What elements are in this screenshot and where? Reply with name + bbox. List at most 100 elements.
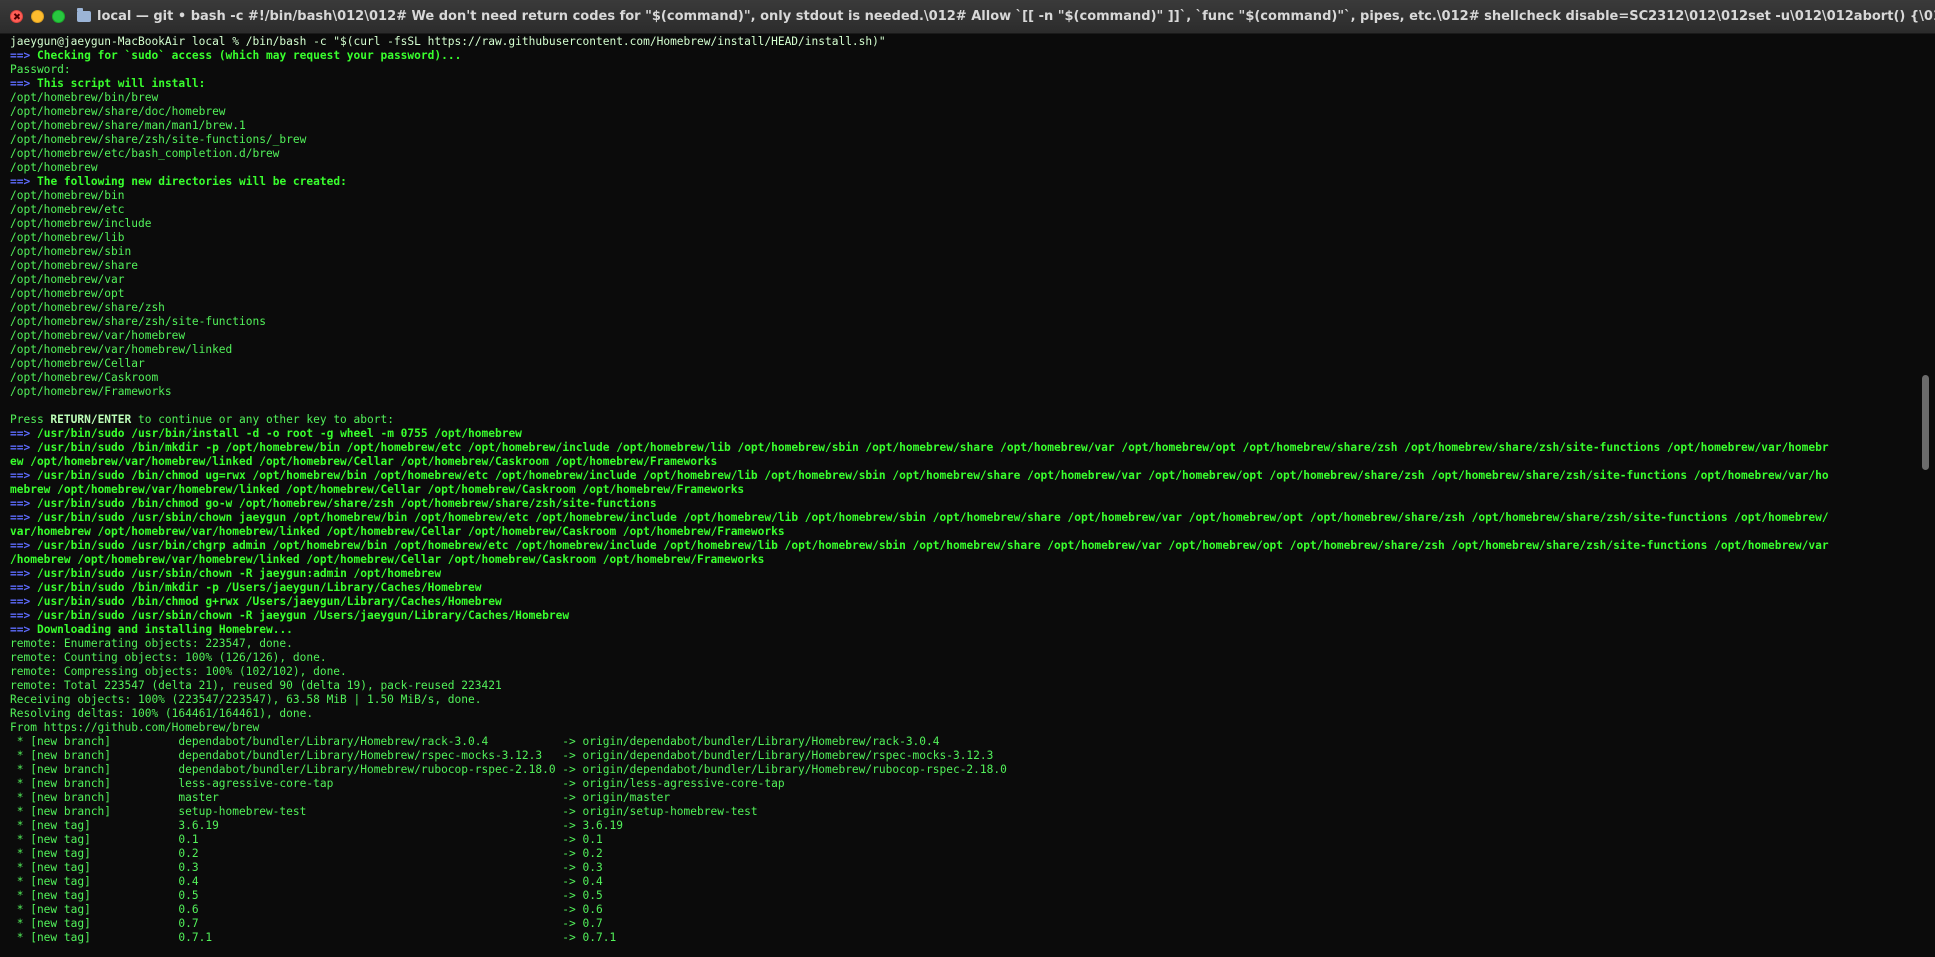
- terminal-line: From https://github.com/Homebrew/brew: [10, 721, 1912, 735]
- terminal-line: /opt/homebrew/var/homebrew: [10, 329, 1912, 343]
- arrow-marker: ==>: [10, 469, 31, 482]
- terminal-line: /opt/homebrew/share/doc/homebrew: [10, 105, 1912, 119]
- zoom-window-button[interactable]: [52, 10, 65, 23]
- wrapped-line-text: ew /opt/homebrew/var/homebrew/linked /op…: [10, 455, 718, 468]
- output-line-text: * [new tag] 3.6.19 -> 3.6.19: [10, 819, 623, 832]
- terminal-line: /opt/homebrew/share/zsh/site-functions: [10, 315, 1912, 329]
- terminal-line: ==> The following new directories will b…: [10, 175, 1912, 189]
- output-line-text: * [new branch] dependabot/bundler/Librar…: [10, 763, 1007, 776]
- terminal-line: * [new branch] dependabot/bundler/Librar…: [10, 749, 1912, 763]
- output-line-text: remote: Compressing objects: 100% (102/1…: [10, 665, 347, 678]
- arrow-line-text: /usr/bin/sudo /usr/sbin/chown -R jaeygun…: [36, 609, 570, 622]
- arrow-marker: ==>: [10, 441, 31, 454]
- terminal-line: * [new tag] 0.6 -> 0.6: [10, 903, 1912, 917]
- press-prompt-suffix: to continue or any other key to abort:: [131, 413, 394, 426]
- terminal-line: * [new branch] master -> origin/master: [10, 791, 1912, 805]
- arrow-line-text: The following new directories will be cr…: [36, 175, 347, 188]
- output-line-text: * [new tag] 0.7.1 -> 0.7.1: [10, 931, 617, 944]
- output-line-text: remote: Total 223547 (delta 21), reused …: [10, 679, 502, 692]
- arrow-line-text: /usr/bin/sudo /usr/sbin/chown jaeygun /o…: [36, 511, 1829, 524]
- output-line-text: Resolving deltas: 100% (164461/164461), …: [10, 707, 314, 720]
- arrow-marker: ==>: [10, 595, 31, 608]
- terminal-window: local — git • bash -c #!/bin/bash\012\01…: [0, 0, 1935, 957]
- vertical-scrollbar[interactable]: [1913, 35, 1935, 957]
- terminal-line: * [new tag] 0.1 -> 0.1: [10, 833, 1912, 847]
- terminal-line: ==> /usr/bin/sudo /bin/chmod go-w /opt/h…: [10, 497, 1912, 511]
- terminal-output[interactable]: jaeygun@jaeygun-MacBookAir local % /bin/…: [0, 35, 1912, 957]
- terminal-line: ==> Downloading and installing Homebrew.…: [10, 623, 1912, 637]
- terminal-line: * [new branch] dependabot/bundler/Librar…: [10, 735, 1912, 749]
- terminal-line: /opt/homebrew/var: [10, 273, 1912, 287]
- terminal-line: /opt/homebrew/sbin: [10, 245, 1912, 259]
- output-line-text: /opt/homebrew/Cellar: [10, 357, 145, 370]
- arrow-line-text: /usr/bin/sudo /bin/chmod g+rwx /Users/ja…: [36, 595, 502, 608]
- output-line-text: /opt/homebrew/Frameworks: [10, 385, 172, 398]
- terminal-line: /opt/homebrew/bin/brew: [10, 91, 1912, 105]
- output-line-text: * [new tag] 0.1 -> 0.1: [10, 833, 603, 846]
- press-prompt-key: RETURN/ENTER: [50, 413, 132, 426]
- title-bar[interactable]: local — git • bash -c #!/bin/bash\012\01…: [0, 0, 1935, 34]
- scrollbar-thumb[interactable]: [1922, 375, 1929, 470]
- output-line-text: /opt/homebrew/share/doc/homebrew: [10, 105, 226, 118]
- terminal-line: /opt/homebrew/Caskroom: [10, 371, 1912, 385]
- minimize-window-button[interactable]: [31, 10, 44, 23]
- output-line-text: * [new branch] master -> origin/master: [10, 791, 671, 804]
- arrow-line-text: /usr/bin/sudo /usr/bin/install -d -o roo…: [36, 427, 522, 440]
- output-line-text: /opt/homebrew/share/zsh/site-functions/_…: [10, 133, 307, 146]
- arrow-marker: ==>: [10, 427, 31, 440]
- output-line-text: /opt/homebrew/share/zsh/site-functions: [10, 315, 266, 328]
- terminal-line: Resolving deltas: 100% (164461/164461), …: [10, 707, 1912, 721]
- press-prompt-prefix: Press: [10, 413, 51, 426]
- terminal-line: * [new tag] 0.2 -> 0.2: [10, 847, 1912, 861]
- arrow-marker: ==>: [10, 77, 31, 90]
- arrow-line-text: /usr/bin/sudo /bin/chmod ug=rwx /opt/hom…: [36, 469, 1829, 482]
- window-title: local — git • bash -c #!/bin/bash\012\01…: [97, 9, 1935, 24]
- terminal-line: * [new tag] 0.3 -> 0.3: [10, 861, 1912, 875]
- terminal-line: * [new branch] less-agressive-core-tap -…: [10, 777, 1912, 791]
- output-line-text: /opt/homebrew/etc: [10, 203, 125, 216]
- terminal-line: ==> /usr/bin/sudo /bin/mkdir -p /Users/j…: [10, 581, 1912, 595]
- terminal-line: ==> This script will install:: [10, 77, 1912, 91]
- folder-icon: [77, 8, 91, 22]
- terminal-line: /opt/homebrew/Cellar: [10, 357, 1912, 371]
- output-line-text: /opt/homebrew/var/homebrew: [10, 329, 186, 342]
- terminal-line: /opt/homebrew/bin: [10, 189, 1912, 203]
- terminal-line: mebrew /opt/homebrew/var/homebrew/linked…: [10, 483, 1912, 497]
- terminal-line: * [new tag] 0.7.1 -> 0.7.1: [10, 931, 1912, 945]
- terminal-line: * [new branch] setup-homebrew-test -> or…: [10, 805, 1912, 819]
- output-line-text: /opt/homebrew/share: [10, 259, 138, 272]
- terminal-line: /homebrew /opt/homebrew/var/homebrew/lin…: [10, 553, 1912, 567]
- terminal-line: /opt/homebrew/etc: [10, 203, 1912, 217]
- prompt-command-text: jaeygun@jaeygun-MacBookAir local % /bin/…: [10, 35, 886, 48]
- output-line-text: * [new tag] 0.3 -> 0.3: [10, 861, 603, 874]
- terminal-line: * [new branch] dependabot/bundler/Librar…: [10, 763, 1912, 777]
- terminal-line: ==> /usr/bin/sudo /bin/chmod g+rwx /User…: [10, 595, 1912, 609]
- terminal-line: /opt/homebrew/lib: [10, 231, 1912, 245]
- close-window-button[interactable]: [10, 10, 23, 23]
- terminal-line: ==> /usr/bin/sudo /usr/bin/install -d -o…: [10, 427, 1912, 441]
- terminal-line: /opt/homebrew/etc/bash_completion.d/brew: [10, 147, 1912, 161]
- output-line-text: /opt/homebrew/include: [10, 217, 152, 230]
- terminal-line: Password:: [10, 63, 1912, 77]
- terminal-line: ==> /usr/bin/sudo /usr/sbin/chown -R jae…: [10, 567, 1912, 581]
- arrow-line-text: /usr/bin/sudo /bin/mkdir -p /opt/homebre…: [36, 441, 1829, 454]
- terminal-line: /opt/homebrew/include: [10, 217, 1912, 231]
- arrow-line-text: /usr/bin/sudo /bin/chmod go-w /opt/homeb…: [36, 497, 657, 510]
- terminal-line: remote: Compressing objects: 100% (102/1…: [10, 665, 1912, 679]
- arrow-marker: ==>: [10, 567, 31, 580]
- terminal-line: var/homebrew /opt/homebrew/var/homebrew/…: [10, 525, 1912, 539]
- output-line-text: * [new branch] setup-homebrew-test -> or…: [10, 805, 758, 818]
- terminal-line: /opt/homebrew/Frameworks: [10, 385, 1912, 399]
- output-line-text: /opt/homebrew/share/zsh: [10, 301, 165, 314]
- output-line-text: * [new tag] 0.2 -> 0.2: [10, 847, 603, 860]
- terminal-line: jaeygun@jaeygun-MacBookAir local % /bin/…: [10, 35, 1912, 49]
- output-line-text: /opt/homebrew/var: [10, 273, 125, 286]
- terminal-line: ==> /usr/bin/sudo /bin/chmod ug=rwx /opt…: [10, 469, 1912, 483]
- terminal-line: /opt/homebrew/share: [10, 259, 1912, 273]
- terminal-line: * [new tag] 0.7 -> 0.7: [10, 917, 1912, 931]
- output-line-text: * [new tag] 0.6 -> 0.6: [10, 903, 603, 916]
- output-line-text: /opt/homebrew/bin: [10, 189, 125, 202]
- terminal-line: ==> Checking for `sudo` access (which ma…: [10, 49, 1912, 63]
- output-line-text: /opt/homebrew/share/man/man1/brew.1: [10, 119, 246, 132]
